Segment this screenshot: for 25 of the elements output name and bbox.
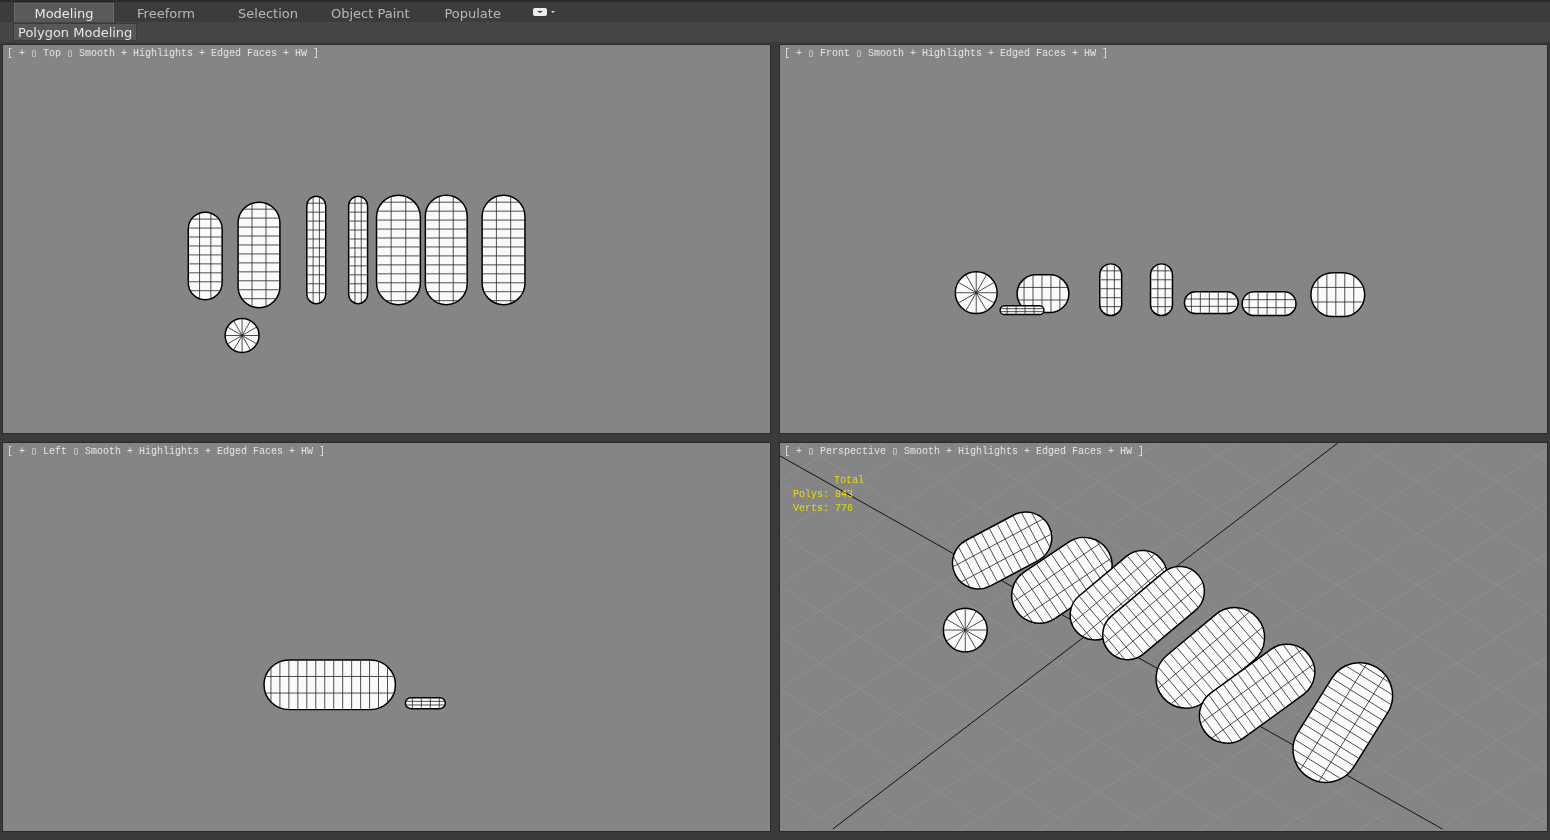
ribbon-tab[interactable]: Modeling (14, 3, 114, 22)
viewport-label[interactable]: [ + ▯ Left ▯ Smooth + Highlights + Edged Faces + HW ] (7, 445, 326, 457)
mesh-object-drawing (1183, 291, 1239, 315)
mesh-object-drawing (1099, 263, 1123, 317)
mesh-object-drawing (404, 696, 446, 710)
disc-mesh-drawing (942, 607, 988, 653)
mesh-object-drawing (1241, 291, 1297, 317)
ribbon-tab[interactable]: Freeform (116, 3, 216, 22)
mesh-object-drawing (1310, 272, 1366, 318)
ribbon-panel-button[interactable]: Polygon Modeling (13, 23, 138, 41)
viewport-label[interactable]: [ + ▯ Front ▯ Smooth + Highlights + Edged Faces + HW ] (784, 47, 1109, 59)
viewport[interactable]: [ + ▯ Left ▯ Smooth + Highlights + Edged Faces + HW ] (2, 442, 771, 832)
disc-mesh-drawing (954, 271, 998, 315)
verts-count: Verts: 776 (793, 503, 854, 514)
viewport[interactable]: [ + ▯ Front ▯ Smooth + Highlights + Edged Faces + HW ] (779, 44, 1548, 434)
stats-title: Total (834, 475, 864, 486)
dropdown-icon[interactable] (532, 7, 557, 17)
viewport[interactable]: [ + ▯ Top ▯ Smooth + Highlights + Edged Faces + HW ] (2, 44, 771, 434)
ribbon-tab[interactable]: Object Paint (320, 3, 421, 22)
ribbon-tab[interactable]: Selection (218, 3, 318, 22)
disc-mesh-drawing (224, 317, 260, 354)
ribbon-tab[interactable]: Populate (422, 3, 523, 22)
viewport-label[interactable]: [ + ▯ Perspective ▯ Smooth + Highlights + Edged Faces + HW ] (784, 445, 1145, 457)
viewport-label[interactable]: [ + ▯ Top ▯ Smooth + Highlights + Edged Faces + HW ] (7, 47, 320, 59)
mesh-object-drawing (1149, 263, 1174, 317)
